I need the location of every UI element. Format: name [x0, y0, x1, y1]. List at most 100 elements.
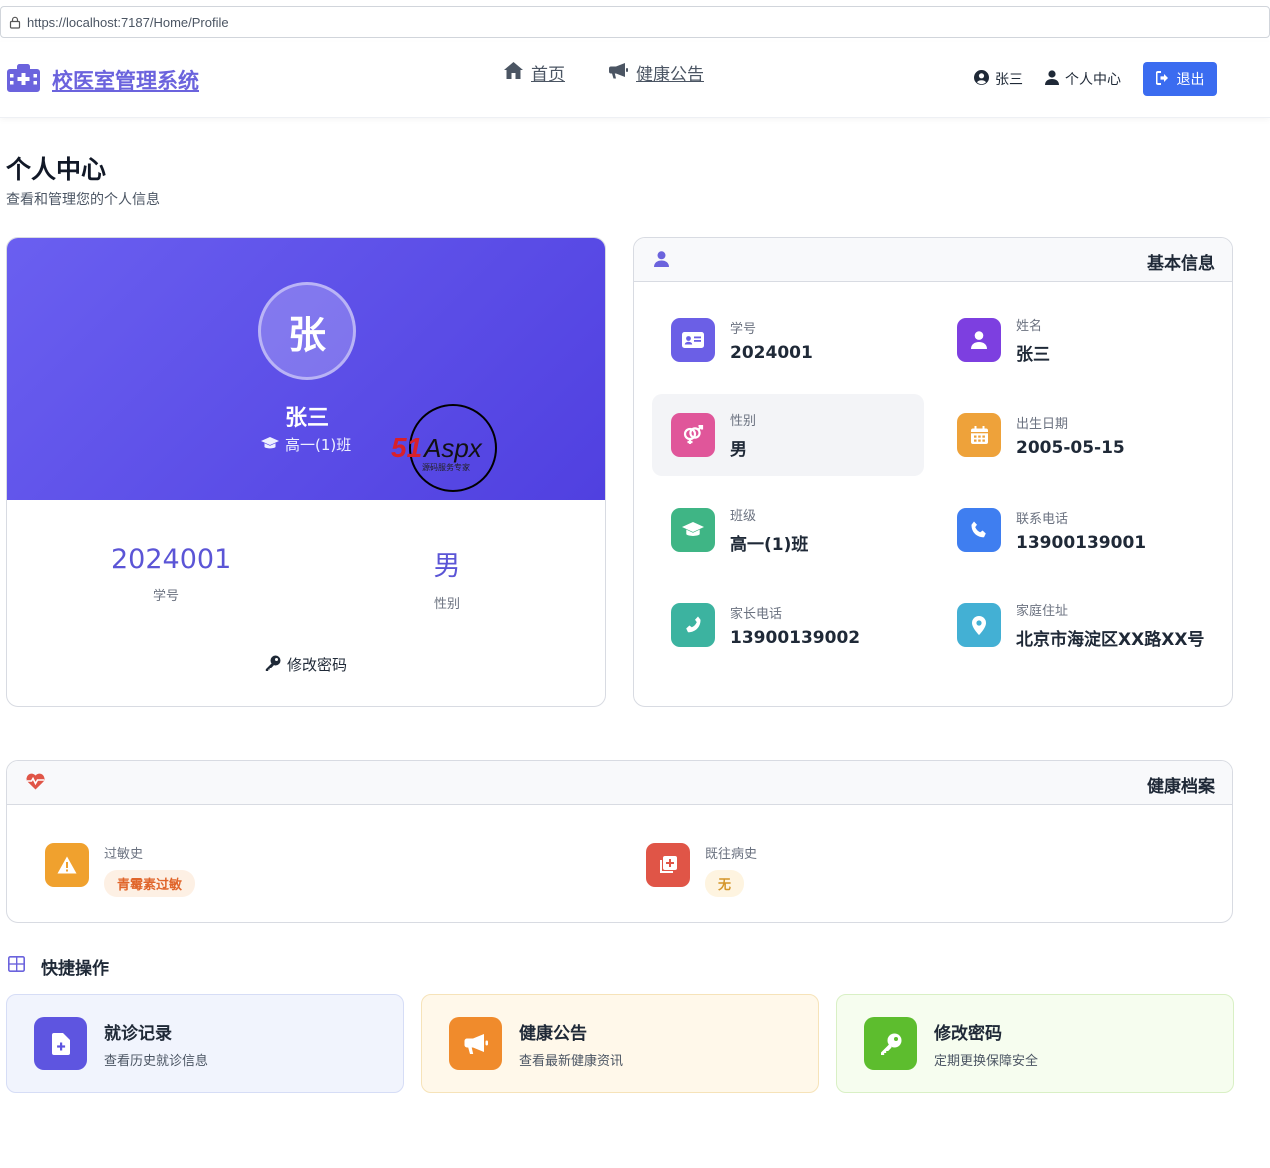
stat-label: 性别 — [433, 597, 460, 612]
stat-value: 2024001 — [111, 544, 232, 575]
logout-button[interactable]: 退出 — [1143, 62, 1217, 96]
quick-actions-title: 快捷操作 — [8, 954, 109, 979]
health-item-allergy: 过敏史 青霉素过敏 — [45, 843, 196, 897]
info-item-student-id: 学号 2024001 — [652, 299, 924, 381]
megaphone-icon — [449, 1017, 502, 1070]
profile-link[interactable]: 个人中心 — [1045, 69, 1121, 89]
location-pin-icon — [957, 603, 1001, 647]
info-label: 联系电话 — [1016, 511, 1069, 527]
nav-link-label: 健康公告 — [636, 65, 704, 85]
health-record-card: 健康档案 过敏史 青霉素过敏 既往病史 无 — [6, 760, 1233, 923]
brand-link[interactable]: 校医室管理系统 — [7, 64, 199, 96]
calendar-icon — [957, 413, 1001, 457]
info-item-name: 姓名 张三 — [938, 299, 1210, 381]
info-label: 班级 — [730, 509, 757, 524]
user-circle-icon — [974, 69, 995, 89]
user-icon — [957, 318, 1001, 362]
graduation-cap-icon — [261, 436, 285, 454]
stat-label: 学号 — [152, 589, 179, 604]
change-password-link[interactable]: 修改密码 — [265, 654, 347, 675]
info-value: 2024001 — [730, 342, 813, 363]
health-label: 既往病史 — [705, 847, 758, 862]
health-record-title: 健康档案 — [1147, 777, 1215, 797]
user-bar: 张三 个人中心 退出 — [974, 62, 1217, 96]
info-value: 北京市海淀区XX路XX号 — [1016, 630, 1205, 650]
health-record-header: 健康档案 — [7, 761, 1232, 805]
quick-actions-label: 快捷操作 — [41, 959, 109, 979]
quick-action-title: 就诊记录 — [104, 1023, 172, 1044]
quick-action-change-password[interactable]: 修改密码 定期更换保障安全 — [836, 994, 1234, 1093]
medical-file-icon — [646, 843, 690, 887]
top-navbar: 校医室管理系统 首页 健康公告 张三 个人中心 退出 — [0, 42, 1270, 118]
profile-banner: 张 张三 高一(1)班 51 Aspx 源码服务专家 — [7, 238, 605, 500]
info-item-birthdate: 出生日期 2005-05-15 — [938, 394, 1210, 476]
basic-info-title: 基本信息 — [1147, 254, 1215, 274]
stat-value: 男 — [433, 551, 461, 582]
info-item-phone: 联系电话 13900139001 — [938, 489, 1210, 571]
health-item-history: 既往病史 无 — [646, 843, 757, 897]
url-text[interactable]: https://localhost:7187/Home/Profile — [27, 15, 229, 30]
info-value: 男 — [730, 440, 747, 460]
info-label: 姓名 — [1016, 319, 1043, 334]
quick-action-desc: 定期更换保障安全 — [934, 1053, 1039, 1069]
medical-document-icon — [34, 1017, 87, 1070]
quick-action-title: 修改密码 — [934, 1023, 1002, 1044]
info-item-class: 班级 高一(1)班 — [652, 489, 924, 571]
watermark-tagline: 源码服务专家 — [422, 462, 470, 472]
grid-icon — [8, 956, 41, 977]
profile-class-label: 高一(1)班 — [285, 436, 352, 454]
graduation-cap-icon — [671, 508, 715, 552]
warning-icon — [45, 843, 89, 887]
phone-icon — [671, 603, 715, 647]
info-item-address: 家庭住址 北京市海淀区XX路XX号 — [938, 584, 1210, 666]
user-icon — [654, 251, 669, 271]
quick-action-desc: 查看历史就诊信息 — [104, 1053, 209, 1069]
user-name: 张三 — [995, 72, 1023, 88]
user-icon — [1045, 69, 1065, 89]
sign-out-icon — [1155, 70, 1177, 88]
current-user: 张三 — [974, 69, 1023, 89]
megaphone-icon — [609, 62, 636, 84]
health-label: 过敏史 — [104, 847, 144, 862]
info-label: 学号 — [730, 321, 757, 337]
basic-info-card: 基本信息 学号 2024001 姓名 张三 性别 男 出生日期 2005-05-… — [633, 237, 1233, 707]
info-label: 家庭住址 — [1016, 604, 1069, 619]
info-label: 性别 — [730, 414, 757, 429]
info-value: 13900139002 — [730, 627, 861, 648]
key-icon — [265, 655, 287, 675]
nav-links: 首页 健康公告 — [504, 60, 748, 85]
stat-student-id: 2024001 学号 — [111, 544, 232, 604]
address-bar[interactable]: https://localhost:7187/Home/Profile — [0, 6, 1270, 38]
change-password-label: 修改密码 — [287, 656, 348, 674]
profile-link-label: 个人中心 — [1065, 72, 1121, 88]
info-label: 家长电话 — [730, 606, 783, 622]
watermark-brand-rest: Aspx — [422, 433, 483, 463]
gender-icon — [671, 413, 715, 457]
info-value: 张三 — [1016, 345, 1050, 365]
heart-pulse-icon — [26, 773, 45, 794]
id-card-icon — [671, 318, 715, 362]
nav-link-announcements[interactable]: 健康公告 — [609, 60, 704, 85]
quick-action-announcements[interactable]: 健康公告 查看最新健康资讯 — [421, 994, 819, 1093]
brand-title[interactable]: 校医室管理系统 — [52, 65, 199, 95]
info-value: 高一(1)班 — [730, 535, 809, 555]
info-value: 2005-05-15 — [1016, 437, 1125, 458]
page-subtitle: 查看和管理您的个人信息 — [6, 192, 160, 208]
avatar: 张 — [258, 282, 356, 380]
info-item-parent-phone: 家长电话 13900139002 — [652, 584, 924, 666]
quick-action-visit-records[interactable]: 就诊记录 查看历史就诊信息 — [6, 994, 404, 1093]
profile-card: 张 张三 高一(1)班 51 Aspx 源码服务专家 2024001 学号 男 … — [6, 237, 606, 707]
page-title: 个人中心 — [6, 155, 107, 184]
lock-icon — [3, 16, 27, 29]
nav-link-home[interactable]: 首页 — [504, 60, 565, 85]
quick-action-title: 健康公告 — [519, 1023, 587, 1044]
info-item-gender: 性别 男 — [652, 394, 924, 476]
info-label: 出生日期 — [1016, 416, 1069, 432]
logout-label: 退出 — [1176, 71, 1205, 87]
stat-gender: 男 性别 — [417, 544, 477, 612]
profile-class: 高一(1)班 — [261, 434, 351, 455]
watermark-brand: 51 — [391, 432, 422, 463]
phone-icon — [957, 508, 1001, 552]
nav-link-label: 首页 — [531, 65, 565, 85]
allergy-badge: 青霉素过敏 — [104, 870, 196, 897]
